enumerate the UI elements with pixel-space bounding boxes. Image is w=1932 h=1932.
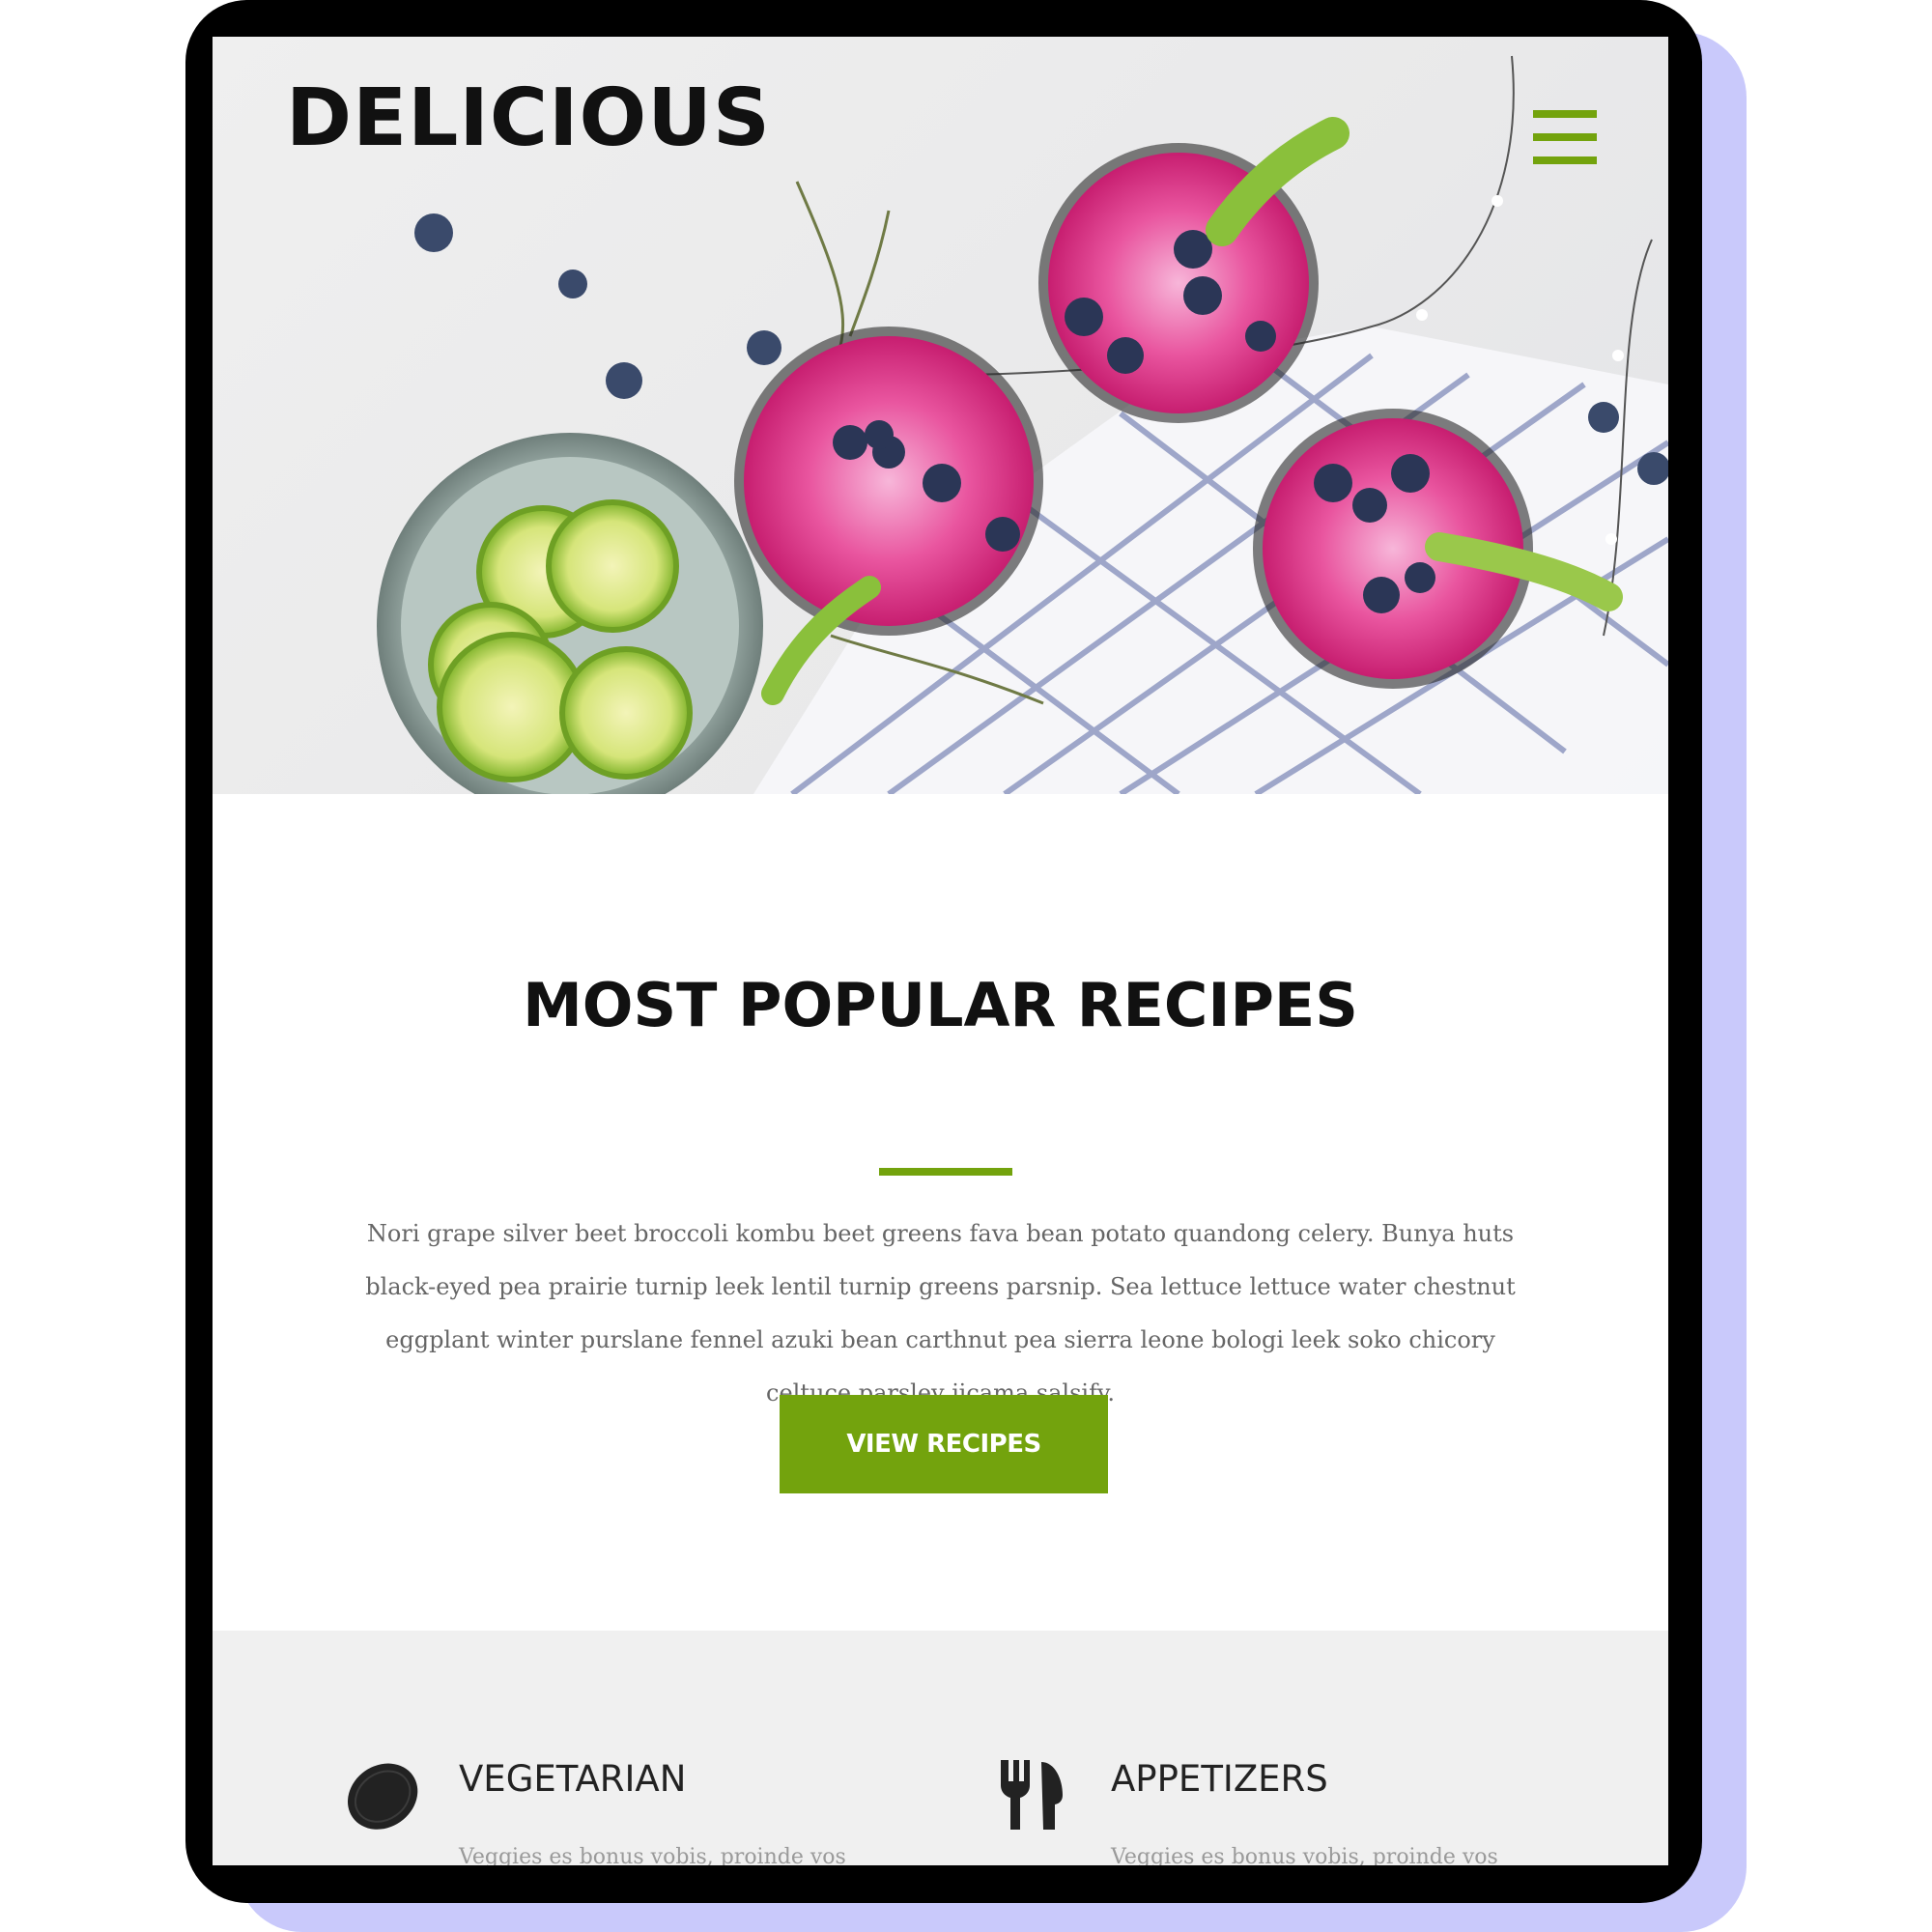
- popular-recipes-section: MOST POPULAR RECIPES Nori grape silver b…: [213, 794, 1668, 1631]
- website-screen: DELICIOUS MOST POPULAR RECIPES Nori grap…: [213, 37, 1668, 1865]
- lemon-icon: [348, 1763, 418, 1830]
- categories-section: VEGETARIAN Veggies es bonus vobis, proin…: [213, 1631, 1668, 1865]
- category-description: Veggies es bonus vobis, proinde vos: [459, 1845, 846, 1865]
- section-description: Nori grape silver beet broccoli kombu be…: [365, 1220, 1516, 1406]
- menu-bar: [1533, 133, 1597, 141]
- utensils-icon: [1001, 1760, 1063, 1830]
- view-recipes-button[interactable]: VIEW RECIPES: [780, 1395, 1108, 1493]
- menu-bar: [1533, 156, 1597, 164]
- hamburger-menu-icon[interactable]: [1533, 110, 1597, 164]
- menu-bar: [1533, 110, 1597, 118]
- section-title: MOST POPULAR RECIPES: [523, 970, 1358, 1040]
- category-title: VEGETARIAN: [459, 1758, 687, 1800]
- category-description: Veggies es bonus vobis, proinde vos: [1111, 1845, 1498, 1865]
- category-title: APPETIZERS: [1111, 1758, 1328, 1800]
- title-underline: [879, 1168, 1012, 1176]
- site-logo[interactable]: DELICIOUS: [286, 79, 771, 158]
- hero-banner: DELICIOUS: [213, 37, 1668, 794]
